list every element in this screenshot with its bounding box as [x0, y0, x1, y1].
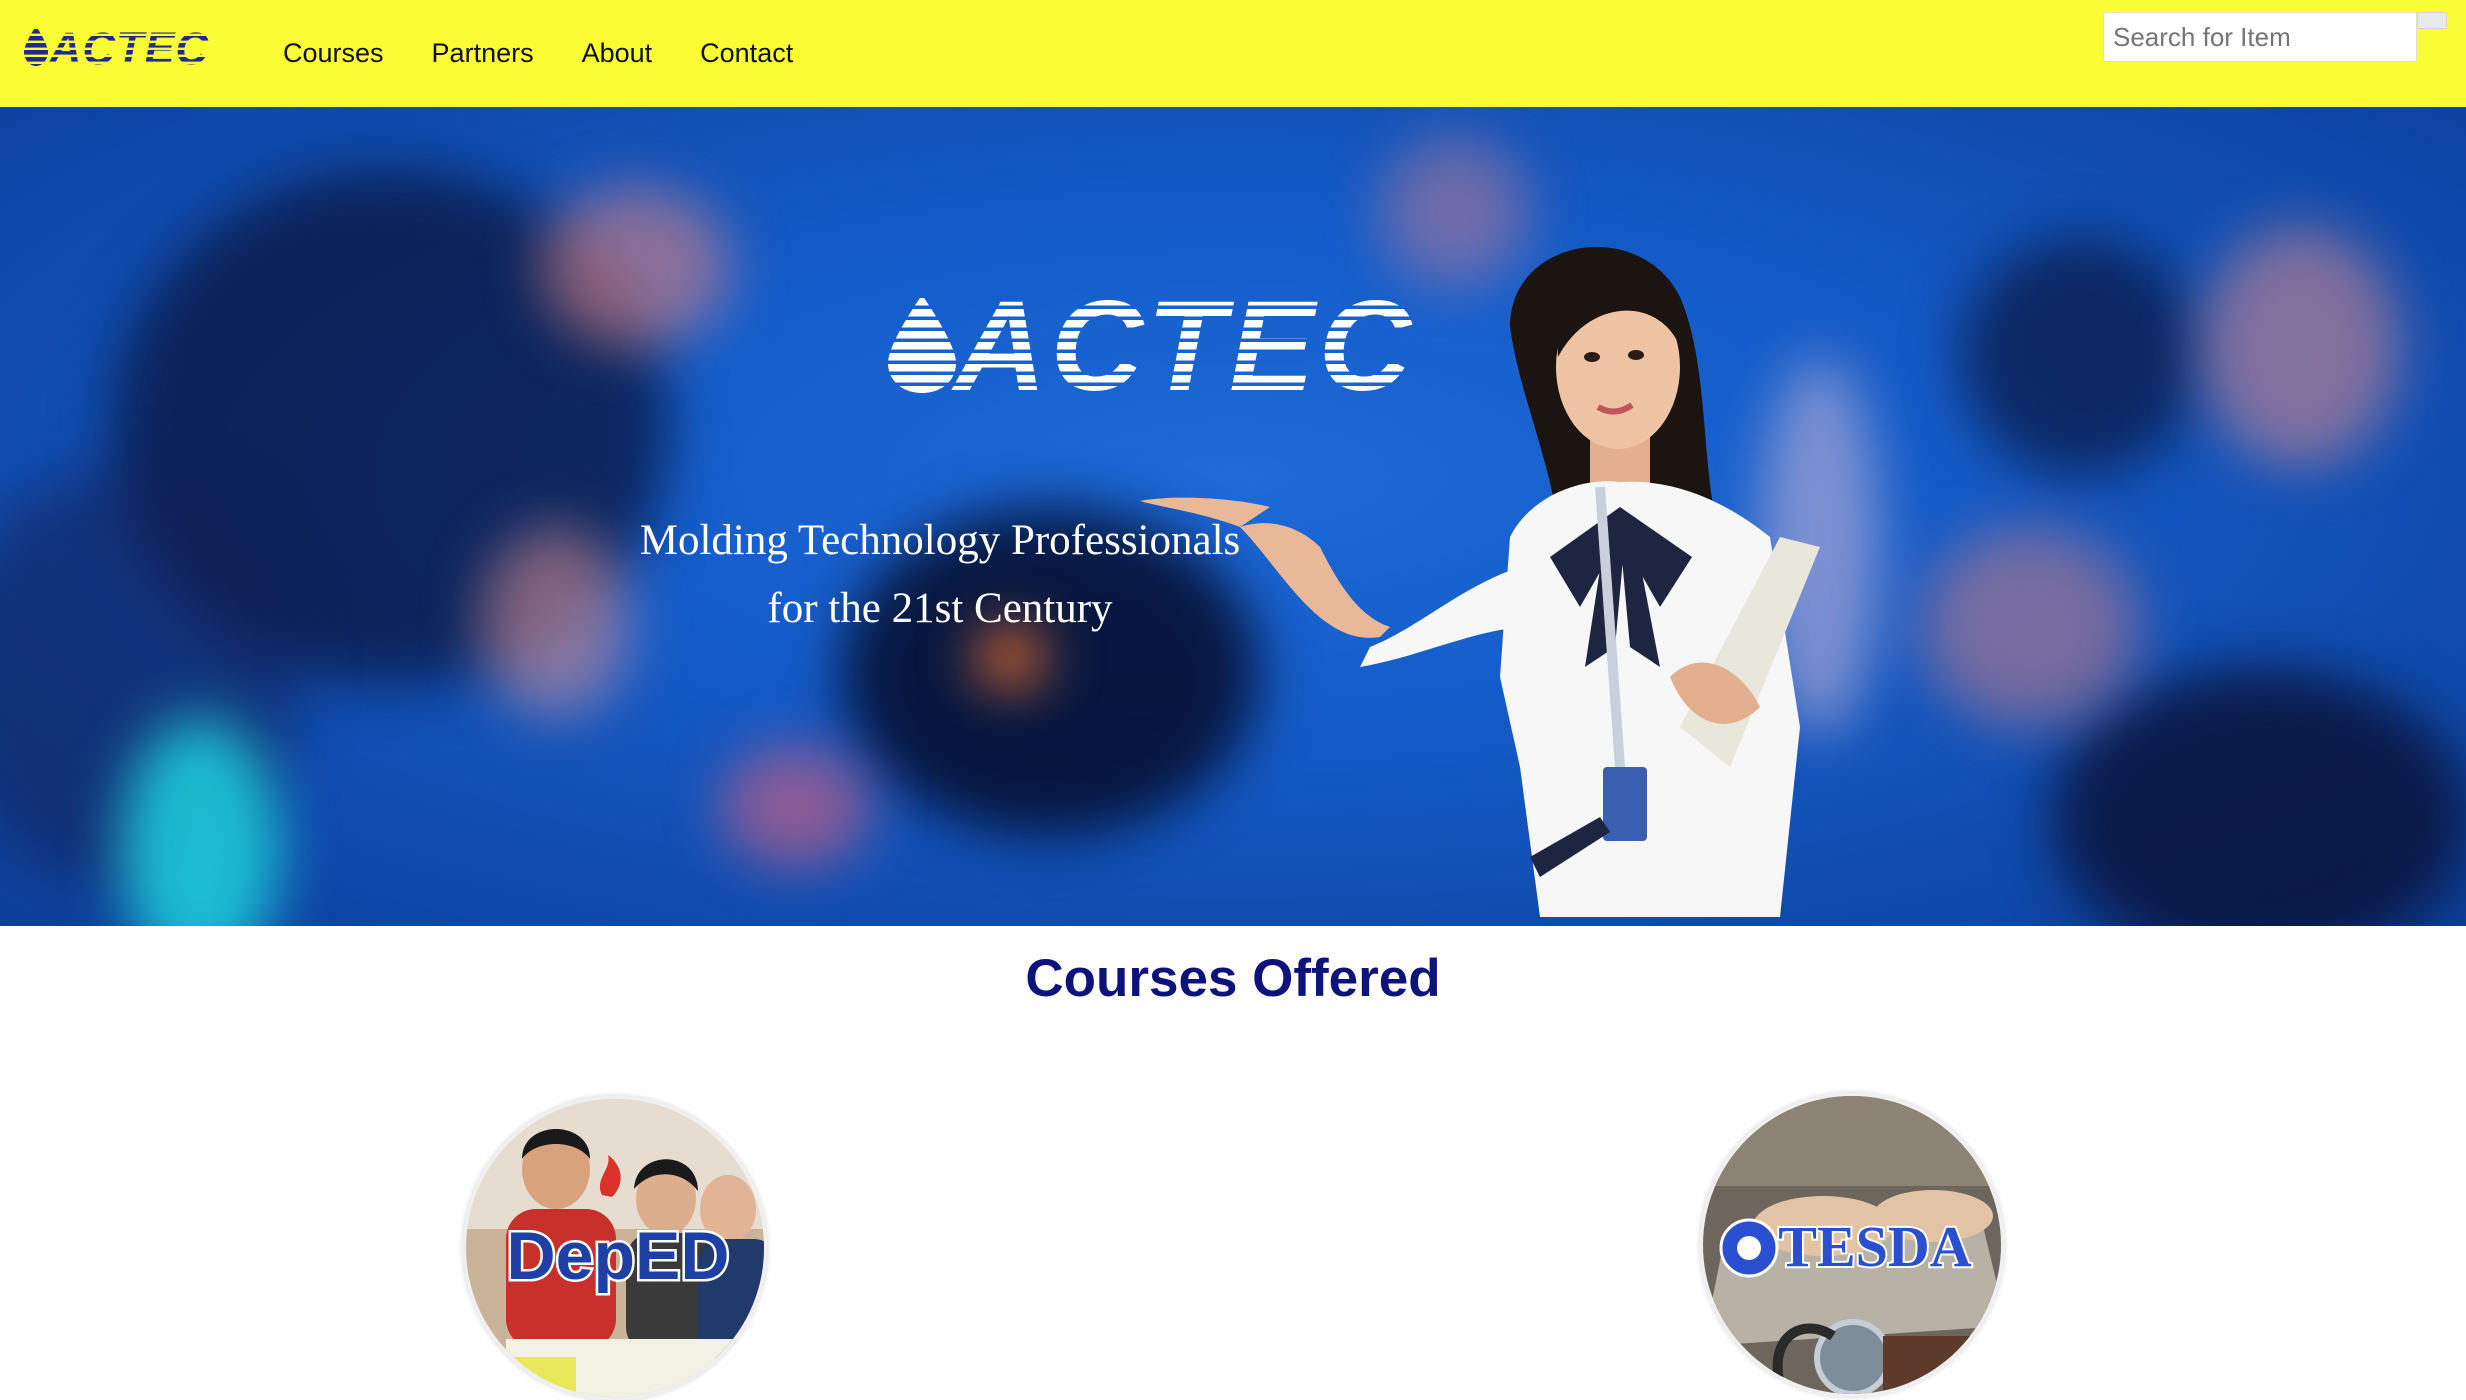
- main-nav: Courses Partners About Contact: [283, 0, 841, 107]
- nav-link-about[interactable]: About: [582, 38, 653, 68]
- logo-wordmark: ACTEC: [48, 23, 209, 70]
- tesda-course-image: TESDA: [1703, 1096, 2001, 1394]
- hero-bg-hand: [2200, 227, 2400, 467]
- course-card-deped[interactable]: DepED: [463, 1096, 767, 1400]
- actec-logo: ACTEC: [24, 23, 209, 70]
- hero-bg-graduation-cap: [1960, 237, 2200, 477]
- search-button[interactable]: [2417, 12, 2447, 29]
- hero-bg-graduation-cap: [2050, 667, 2466, 926]
- actec-logo-link[interactable]: ACTEC: [22, 22, 227, 70]
- nav-link-contact[interactable]: Contact: [700, 38, 793, 68]
- hero-banner: ACTEC Molding Technology Professionals f…: [0, 107, 2466, 926]
- hero-bg-hand: [1920, 527, 2140, 727]
- hero-bg-hand: [540, 187, 730, 347]
- courses-section-title: Courses Offered: [1025, 949, 1441, 1008]
- course-card-tesda[interactable]: TESDA: [1700, 1093, 2004, 1397]
- top-navbar: ACTEC Courses Partners About Contact: [0, 0, 2466, 107]
- nav-link-partners[interactable]: Partners: [432, 38, 534, 68]
- tesda-logo-text: TESDA: [1778, 1214, 1972, 1279]
- hero-bg-diploma: [720, 747, 870, 867]
- hero-student-image: [1140, 246, 1820, 917]
- nav-link-courses[interactable]: Courses: [283, 38, 384, 68]
- deped-course-image: DepED: [466, 1099, 764, 1397]
- deped-logo-text: DepED: [507, 1218, 730, 1294]
- search-input[interactable]: [2103, 12, 2417, 62]
